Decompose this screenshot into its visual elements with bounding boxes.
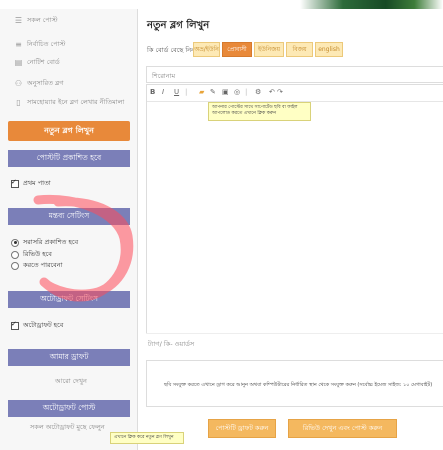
sidebar-item-selected-posts[interactable]: ≡ নির্বাচিত পোস্ট bbox=[14, 38, 65, 50]
undo-icon[interactable]: ↶ bbox=[269, 88, 275, 96]
sidebar-item-policy[interactable]: ▯ সামহোয়্যার ইনে ব্লগ লেখার নীতিমালা bbox=[14, 96, 124, 108]
keyboard-option-bijoy[interactable]: বিজয় bbox=[286, 42, 313, 57]
keyboard-option-probashi[interactable]: প্রোবাসী bbox=[222, 42, 252, 57]
radio-label: রিভিউ হবে bbox=[23, 250, 52, 258]
radio-button[interactable] bbox=[11, 261, 19, 270]
page-icon: ▯ bbox=[16, 97, 21, 107]
sidebar-item-label: সামহোয়্যার ইনে ব্লগ লেখার নীতিমালা bbox=[27, 97, 125, 106]
my-draft-header: আমার ড্রাফট bbox=[8, 349, 130, 366]
radio-label: করতে পারবেনা bbox=[23, 261, 63, 269]
sidebar-item-label: সকল পোস্ট bbox=[27, 15, 58, 24]
bold-button[interactable]: B bbox=[150, 88, 155, 96]
keyboard-option-avro[interactable]: অভ্র/ইউনি bbox=[193, 42, 220, 57]
checkbox-box[interactable] bbox=[11, 320, 19, 330]
sidebar-item-followed-blogs[interactable]: ⚇ অনুসারিত ব্লগ bbox=[14, 77, 64, 89]
sidebar-item-all-posts[interactable]: ☰ সকল পোস্ট bbox=[14, 14, 58, 26]
checkbox-label: অটোড্রাফট হবে bbox=[23, 321, 64, 329]
tags-placeholder: ট্যাগ/ কি- ওয়ার্ডস bbox=[148, 340, 195, 348]
autodraft-post-header: অটোড্রাফট পোস্ট bbox=[8, 400, 130, 417]
people-icon: ⚇ bbox=[14, 78, 23, 88]
image-icon[interactable]: ▣ bbox=[222, 88, 229, 96]
review-and-post-button[interactable]: রিভিউ দেখুন এবং পোস্ট করুন bbox=[288, 419, 397, 438]
post-editor[interactable]: B I U | ▰ ✎ ▣ ◎ | ⚙ ↶ ↷ আপনার পোস্টের সা… bbox=[146, 84, 443, 334]
editor-toolbar: B I U | ▰ ✎ ▣ ◎ | ⚙ ↶ ↷ bbox=[147, 85, 443, 102]
sidebar-item-label: নোটিশ বোর্ড bbox=[27, 57, 60, 66]
radio-button[interactable] bbox=[11, 238, 19, 247]
footer-tooltip: এখানে ক্লিক করে নতুন ব্লগ লিখুন bbox=[110, 432, 184, 445]
toolbar-separator: | bbox=[185, 88, 188, 96]
comment-option-disabled[interactable]: করতে পারবেনা bbox=[11, 260, 63, 271]
see-more-link[interactable]: আরো দেখুন bbox=[55, 376, 87, 387]
checkbox-box[interactable] bbox=[11, 178, 19, 188]
drop-zone-text: ছবি সংযুক্ত করতে এখানে ড্রাগ করে আনুন অথ… bbox=[164, 382, 433, 388]
italic-button[interactable]: I bbox=[162, 88, 164, 96]
title-input[interactable]: শিরোনাম bbox=[146, 66, 443, 83]
link-icon[interactable]: ✎ bbox=[210, 88, 216, 96]
comment-section-header: মন্তব্য সেটিংস bbox=[8, 208, 130, 225]
tags-input[interactable]: ট্যাগ/ কি- ওয়ার্ডস bbox=[146, 333, 443, 350]
autodraft-section-header: অটোড্রাফট সেটিংস bbox=[8, 291, 130, 308]
radio-button[interactable] bbox=[11, 250, 19, 259]
toolbar-separator: | bbox=[245, 88, 248, 96]
stack-icon: ☰ bbox=[14, 15, 23, 25]
radio-label: সরাসরি প্রকাশিত হবে bbox=[23, 238, 79, 246]
comment-option-review[interactable]: রিভিউ হবে bbox=[11, 249, 52, 260]
keyboard-option-english[interactable]: english bbox=[315, 42, 343, 57]
delete-all-autodrafts-link[interactable]: সকল অটোড্রাফট মুছে ফেলুন bbox=[30, 422, 105, 433]
redo-icon[interactable]: ↷ bbox=[277, 88, 283, 96]
sidebar-item-label: নির্বাচিত পোস্ট bbox=[27, 39, 66, 48]
title-placeholder: শিরোনাম bbox=[152, 72, 176, 80]
save-draft-button[interactable]: পোস্টটি ড্রাফট করুন bbox=[208, 419, 276, 438]
notes-icon: ▤ bbox=[14, 57, 23, 67]
first-page-checkbox[interactable]: প্রথম পাতা bbox=[11, 178, 51, 189]
page-title: নতুন ব্লগ লিখুন bbox=[147, 20, 210, 31]
header-banner-image bbox=[300, 0, 443, 9]
keyboard-option-unijoy[interactable]: ইউনিজয় bbox=[254, 42, 284, 57]
keyboard-label: কি বোর্ড বেছে নিন: bbox=[147, 46, 198, 54]
image-drop-zone[interactable]: ছবি সংযুক্ত করতে এখানে ড্রাগ করে আনুন অথ… bbox=[146, 360, 443, 407]
publish-section-header: পোস্টটি প্রকাশিত হবে bbox=[8, 150, 130, 167]
list-icon: ≡ bbox=[15, 39, 22, 49]
new-blog-button[interactable]: নতুন ব্লগ লিখুন bbox=[8, 121, 130, 141]
sidebar-item-label: অনুসারিত ব্লগ bbox=[27, 78, 64, 87]
sidebar-item-notice-board[interactable]: ▤ নোটিশ বোর্ড bbox=[14, 56, 60, 68]
checkbox-label: প্রথম পাতা bbox=[23, 179, 51, 187]
folder-icon[interactable]: ▰ bbox=[199, 88, 204, 96]
upload-tooltip: আপনার পোস্টের সাথে সাপোর্টেড ছবি বা ফাইল… bbox=[208, 102, 311, 121]
autodraft-checkbox[interactable]: অটোড্রাফট হবে bbox=[11, 320, 63, 331]
underline-button[interactable]: U bbox=[174, 88, 179, 96]
emoticon-icon[interactable]: ⚙ bbox=[255, 88, 261, 96]
comment-option-direct[interactable]: সরাসরি প্রকাশিত হবে bbox=[11, 237, 78, 248]
media-icon[interactable]: ◎ bbox=[234, 88, 240, 96]
